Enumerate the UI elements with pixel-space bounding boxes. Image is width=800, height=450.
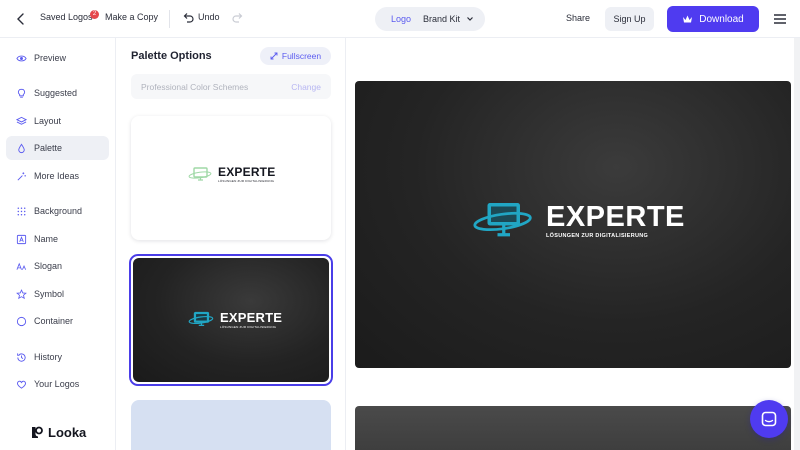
saved-logos-badge: 2: [90, 10, 99, 19]
logo-slogan: LÖSUNGEN ZUR DIGITALISIERUNG: [218, 179, 275, 183]
logo-text-block: EXPERTE LÖSUNGEN ZUR DIGITALISIERUNG: [220, 309, 283, 329]
panel-title: Palette Options: [131, 50, 212, 62]
sidebar-item-symbol[interactable]: Symbol: [6, 282, 109, 306]
name-icon: [16, 234, 27, 244]
logo-slogan: LÖSUNGEN ZUR DIGITALISIERUNG: [220, 324, 277, 329]
sidebar-item-label: Palette: [34, 143, 63, 153]
logo-large: EXPERTE LÖSUNGEN ZUR DIGITALISIERUNG: [472, 201, 685, 241]
sidebar-item-label: Background: [34, 206, 83, 216]
sidebar-item-history[interactable]: History: [6, 345, 109, 369]
logo-text-block: EXPERTE LÖSUNGEN ZUR DIGITALISIERUNG: [218, 166, 275, 183]
eye-icon: [16, 55, 27, 61]
logo-thumbnail: EXPERTE LÖSUNGEN ZUR DIGITALISIERUNG: [188, 311, 282, 329]
top-bar: Saved Logos 2 Make a Copy Undo Logo Bran…: [0, 0, 800, 38]
back-button[interactable]: [12, 10, 30, 28]
canvas-scrollbar[interactable]: [794, 38, 800, 450]
sidebar-item-more-ideas[interactable]: More Ideas: [6, 164, 109, 188]
magic-wand-icon: [17, 171, 26, 180]
palette-option-light[interactable]: EXPERTE LÖSUNGEN ZUR DIGITALISIERUNG: [131, 116, 331, 240]
tab-brand-kit[interactable]: Brand Kit: [423, 14, 460, 24]
make-copy-button[interactable]: Make a Copy: [105, 12, 158, 22]
lightbulb-icon: [17, 88, 26, 98]
crown-icon: [683, 15, 693, 23]
logo-text-block: EXPERTE LÖSUNGEN ZUR DIGITALISIERUNG: [546, 201, 685, 240]
divider: [169, 10, 170, 28]
star-icon: [16, 288, 27, 299]
fullscreen-label: Fullscreen: [281, 51, 322, 61]
scheme-label: Professional Color Schemes: [141, 82, 249, 92]
sidebar-item-name[interactable]: Name: [6, 227, 109, 251]
sign-up-button[interactable]: Sign Up: [605, 7, 654, 31]
sidebar-item-label: Name: [34, 234, 59, 244]
logo-preview-dark[interactable]: EXPERTE LÖSUNGEN ZUR DIGITALISIERUNG: [355, 81, 791, 368]
palette-options-panel: Palette Options Fullscreen Professional …: [117, 38, 346, 450]
sidebar-item-layout[interactable]: Layout: [6, 109, 109, 133]
sidebar-item-label: Layout: [34, 116, 62, 126]
preview-canvas: EXPERTE LÖSUNGEN ZUR DIGITALISIERUNG: [347, 38, 800, 450]
sidebar-item-preview[interactable]: Preview: [6, 46, 109, 70]
looka-logo-icon: [32, 426, 43, 438]
sidebar-item-label: Suggested: [34, 88, 78, 98]
sidebar-item-label: Container: [34, 316, 74, 326]
sidebar-item-background[interactable]: Background: [6, 199, 109, 223]
palette-dark-swatch: EXPERTE LÖSUNGEN ZUR DIGITALISIERUNG: [133, 258, 329, 382]
monitor-orbit-icon: [188, 311, 214, 327]
logo-thumbnail: EXPERTE LÖSUNGEN ZUR DIGITALISIERUNG: [188, 166, 275, 183]
color-scheme-selector[interactable]: Professional Color Schemes Change: [131, 74, 331, 99]
share-button[interactable]: Share: [566, 13, 590, 23]
sidebar-item-container[interactable]: Container: [6, 309, 109, 333]
saved-logos-link[interactable]: Saved Logos: [40, 12, 93, 22]
download-button[interactable]: Download: [667, 6, 759, 32]
download-label: Download: [699, 13, 744, 25]
chat-support-button[interactable]: [750, 400, 788, 438]
fullscreen-button[interactable]: Fullscreen: [260, 47, 331, 65]
monitor-orbit-icon: [473, 203, 532, 237]
history-icon: [17, 352, 26, 362]
sidebar-item-label: Preview: [34, 53, 67, 63]
looka-brand-logo[interactable]: Looka: [30, 425, 86, 440]
heart-icon: [17, 380, 26, 389]
droplet-icon: [18, 143, 25, 153]
logo-name: EXPERTE: [220, 309, 283, 325]
chat-icon: [761, 411, 777, 427]
sidebar-item-palette[interactable]: Palette: [6, 136, 109, 160]
sidebar-item-label: Symbol: [34, 289, 65, 299]
text-size-icon: [16, 262, 27, 270]
sidebar-item-suggested[interactable]: Suggested: [6, 81, 109, 105]
logo-brandkit-switch: Logo Brand Kit: [375, 7, 485, 31]
grid-icon: [17, 207, 26, 215]
chevron-left-icon: [17, 13, 24, 25]
change-scheme-button[interactable]: Change: [291, 82, 321, 92]
circle-icon: [16, 316, 27, 326]
sidebar-item-label: Slogan: [34, 261, 63, 271]
undo-button[interactable]: Undo: [198, 12, 220, 22]
sidebar-item-label: History: [34, 352, 63, 362]
chevron-down-icon[interactable]: [466, 15, 474, 23]
redo-icon[interactable]: [232, 12, 244, 24]
tab-logo[interactable]: Logo: [391, 14, 411, 24]
sidebar-item-your-logos[interactable]: Your Logos: [6, 372, 109, 396]
palette-option-blue[interactable]: [131, 400, 331, 450]
logo-preview-secondary[interactable]: [355, 406, 791, 450]
undo-icon[interactable]: [182, 12, 194, 24]
sidebar-item-slogan[interactable]: Slogan: [6, 254, 109, 278]
expand-icon: [270, 52, 278, 60]
hamburger-menu-icon[interactable]: [773, 13, 787, 25]
monitor-orbit-icon: [188, 166, 212, 181]
layers-icon: [16, 116, 27, 125]
logo-slogan: LÖSUNGEN ZUR DIGITALISIERUNG: [546, 233, 649, 239]
sidebar-item-label: More Ideas: [34, 171, 80, 181]
sidebar-item-label: Your Logos: [34, 379, 80, 389]
logo-name: EXPERTE: [218, 165, 276, 179]
logo-name: EXPERTE: [546, 201, 685, 233]
palette-option-dark-selected[interactable]: EXPERTE LÖSUNGEN ZUR DIGITALISIERUNG: [129, 254, 333, 386]
brand-name: Looka: [48, 425, 87, 440]
left-sidebar: Preview Suggested Layout Palette More Id…: [0, 38, 116, 450]
